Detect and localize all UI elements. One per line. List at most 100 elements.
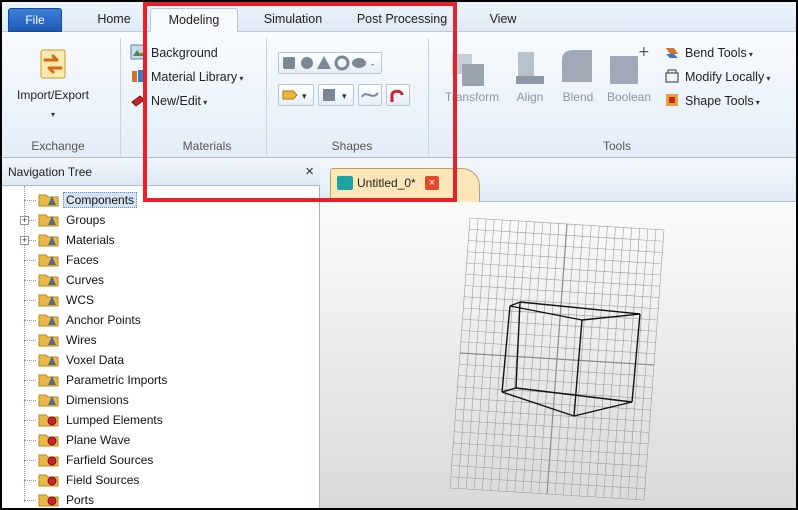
expand-icon[interactable]: + — [20, 216, 29, 225]
tree-item[interactable]: Anchor Points — [38, 310, 144, 330]
tree-line — [24, 340, 36, 341]
svg-text:+: + — [638, 44, 650, 60]
extrude-icon: ▾ — [282, 90, 307, 102]
tree-item[interactable]: Farfield Sources — [38, 450, 156, 470]
background-icon — [130, 44, 146, 60]
tab-home[interactable]: Home — [84, 8, 144, 32]
material-library-button[interactable]: Material Library ▾ — [130, 66, 243, 88]
blend-button[interactable]: Blend — [556, 90, 600, 104]
extrude-button[interactable]: ▾ — [278, 84, 314, 106]
app-window: File Home Modeling Simulation Post Proce… — [0, 0, 798, 510]
bend-tools-button[interactable]: Bend Tools ▾ — [664, 42, 753, 64]
tree-item-label: Farfield Sources — [66, 453, 154, 467]
new-edit-button[interactable]: New/Edit ▾ — [130, 90, 207, 112]
new-edit-icon — [131, 95, 145, 107]
bend-tools-dropdown-icon: ▾ — [746, 50, 753, 59]
transform-button[interactable]: Transform — [442, 90, 502, 104]
svg-text:▾: ▾ — [302, 92, 307, 102]
import-export-dropdown-icon[interactable]: ▾ — [8, 110, 98, 119]
wireframe-box-edge — [581, 313, 641, 321]
tree-line — [24, 400, 36, 401]
tree-item[interactable]: Faces — [38, 250, 102, 270]
tab-modeling[interactable]: Modeling — [150, 8, 238, 33]
modify-locally-button[interactable]: Modify Locally ▾ — [664, 66, 770, 88]
tab-file[interactable]: File — [8, 8, 62, 32]
import-export-label: Import/Export — [16, 88, 90, 102]
tree-item-label: Voxel Data — [66, 353, 125, 367]
import-export-icon — [40, 49, 66, 79]
folder-cone-icon — [38, 214, 59, 227]
tree-item[interactable]: Wires — [38, 330, 100, 350]
working-plane-grid — [449, 217, 665, 501]
document-tab-title: Untitled_0* — [357, 176, 416, 190]
exchange-group-label: Exchange — [31, 139, 85, 153]
tab-post-processing[interactable]: Post Processing — [348, 8, 456, 32]
tree-item[interactable]: Curves — [38, 270, 107, 290]
tree-line — [24, 380, 36, 381]
material-library-dropdown-icon: ▾ — [237, 74, 244, 83]
rotate-shape-icon: ▾ — [323, 89, 347, 102]
material-library-label: Material Library — [151, 70, 238, 84]
tree-item[interactable]: Components — [38, 190, 138, 210]
folder-cone-icon — [38, 354, 59, 367]
shape-tools-button[interactable]: Shape Tools ▾ — [664, 90, 760, 112]
expand-icon[interactable]: + — [20, 236, 29, 245]
folder-gear-icon — [38, 474, 59, 487]
tree-item[interactable]: Plane Wave — [38, 430, 133, 450]
tree-item-label: Components — [63, 192, 138, 208]
tab-simulation[interactable]: Simulation — [248, 8, 338, 32]
document-tab[interactable]: Untitled_0* × — [330, 168, 480, 202]
folder-gear-icon — [38, 494, 59, 507]
tree-item[interactable]: Voxel Data — [38, 350, 127, 370]
3d-viewport[interactable] — [320, 202, 796, 508]
import-export-button[interactable]: Import/Export ▾ — [8, 36, 98, 119]
bend-tools-label: Bend Tools — [685, 46, 747, 60]
tree-item-label: Ports — [66, 493, 95, 507]
tree-line — [24, 480, 36, 481]
new-edit-dropdown-icon: ▾ — [201, 98, 208, 107]
tree-item[interactable]: Dimensions — [38, 390, 132, 410]
curve-button[interactable] — [358, 84, 382, 106]
close-icon[interactable]: × — [425, 176, 439, 190]
tree-line — [24, 200, 36, 201]
tree-item[interactable]: WCS — [38, 290, 97, 310]
navigation-tree-header: Navigation Tree × — [2, 158, 320, 186]
new-edit-label: New/Edit — [151, 94, 202, 108]
tree-item[interactable]: Parametric Imports — [38, 370, 170, 390]
tree-line — [24, 360, 36, 361]
tree-item[interactable]: Lumped Elements — [38, 410, 166, 430]
ribbon-tab-row: File Home Modeling Simulation Post Proce… — [2, 2, 796, 33]
close-icon[interactable]: × — [305, 158, 314, 186]
wireframe-box-edge — [573, 401, 633, 417]
transform-icon — [452, 54, 484, 86]
rotate-shape-button[interactable]: ▾ — [318, 84, 354, 106]
wireframe-box-edge — [515, 387, 633, 403]
folder-cone-icon — [38, 234, 59, 247]
materials-group-label: Materials — [182, 139, 232, 153]
sweep-button[interactable] — [386, 84, 410, 106]
folder-cone-icon — [38, 394, 59, 407]
navigation-tree: Components + Groups + Materials Faces Curves WC… — [2, 186, 320, 508]
folder-cone-icon — [38, 254, 59, 267]
tree-item[interactable]: Ports — [38, 490, 97, 508]
wireframe-box-edge — [509, 301, 521, 307]
modify-locally-icon — [665, 69, 679, 83]
background-button[interactable]: Background — [130, 42, 218, 64]
document-tab-bar: Untitled_0* × — [320, 158, 796, 202]
tree-item[interactable]: Field Sources — [38, 470, 142, 490]
folder-gear-icon — [38, 434, 59, 447]
folder-cone-icon — [38, 314, 59, 327]
boolean-button[interactable]: Boolean — [600, 90, 658, 104]
background-label: Background — [151, 46, 218, 60]
tree-item-label: Wires — [66, 333, 97, 347]
tree-line — [24, 186, 25, 502]
tree-item[interactable]: Materials — [38, 230, 118, 250]
group-separator — [120, 38, 121, 156]
tree-item-label: Materials — [66, 233, 115, 247]
boolean-icon: + — [610, 44, 650, 84]
align-button[interactable]: Align — [508, 90, 552, 104]
tree-item[interactable]: Groups — [38, 210, 108, 230]
shape-tools-dropdown-icon: ▾ — [753, 98, 760, 107]
tree-item-label: Plane Wave — [66, 433, 131, 447]
tab-view[interactable]: View — [478, 8, 528, 32]
